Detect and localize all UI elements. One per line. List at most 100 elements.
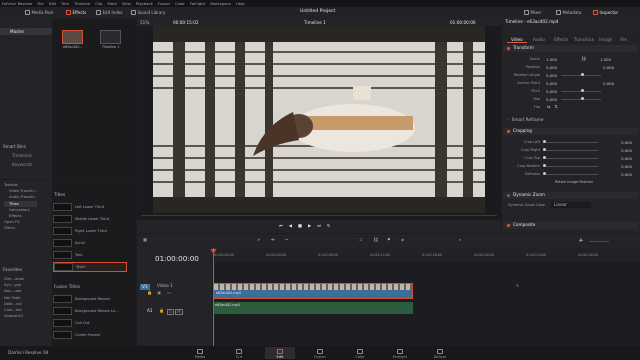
page-media[interactable]: Media	[185, 347, 215, 359]
media-pool-button[interactable]: Media Pool	[25, 10, 53, 15]
menu-edit[interactable]: Edit	[49, 1, 56, 6]
viewer-zoom[interactable]: 51%	[140, 20, 149, 25]
go-to-start-icon[interactable]: ⏮	[279, 223, 283, 228]
lock-icon[interactable]: 🔒	[147, 290, 152, 295]
solo-button[interactable]: S	[167, 309, 174, 316]
mute-button[interactable]: M	[175, 309, 183, 316]
link-icon[interactable]: ⛓	[581, 56, 586, 61]
transform-section[interactable]: Transform	[503, 45, 638, 52]
blade-tool-icon[interactable]: ✂	[285, 237, 289, 242]
enable-dot[interactable]	[507, 224, 510, 227]
audio-clip[interactable]: e63ac402.mp4	[213, 302, 413, 314]
linked-selection-icon[interactable]: ⛓	[373, 237, 378, 242]
crop-right-slider[interactable]	[543, 148, 598, 152]
favorite-item[interactable]: Nos...ube	[4, 288, 24, 294]
menu-fairlight[interactable]: Fairlight	[190, 1, 205, 6]
sound-library-button[interactable]: Sound Library	[131, 10, 165, 15]
favorite-item[interactable]: Zoomer43	[4, 313, 24, 319]
mixer-button[interactable]: Mixer	[524, 10, 541, 15]
page-cut[interactable]: Cut	[224, 347, 254, 359]
zoom-icon[interactable]: ⌕	[459, 237, 461, 242]
marker-icon[interactable]: ◆	[401, 237, 404, 242]
flip-vertical-icon[interactable]: ⇅	[555, 104, 559, 109]
media-clip-thumbnail[interactable]	[62, 30, 83, 44]
fusion-title-item[interactable]: Center Reveal	[53, 330, 127, 340]
playhead[interactable]	[213, 248, 214, 346]
menu-clip[interactable]: Clip	[95, 1, 102, 6]
flip-horizontal-icon[interactable]: ⇆	[547, 104, 551, 109]
loop-icon[interactable]: ↻	[327, 223, 331, 228]
timeline-thumbnail[interactable]	[100, 30, 121, 44]
enable-dot[interactable]	[507, 194, 510, 197]
crop-top-slider[interactable]	[543, 156, 598, 160]
menu-mark[interactable]: Mark	[107, 1, 116, 6]
page-fairlight[interactable]: Fairlight	[385, 347, 415, 359]
fusion-title-item[interactable]: Background Reveal	[53, 294, 127, 304]
track-a1-label[interactable]: A1	[147, 308, 153, 313]
pitch-slider[interactable]	[561, 89, 601, 93]
page-color[interactable]: Color	[345, 347, 375, 359]
cropping-section[interactable]: Cropping	[503, 128, 638, 135]
title-item[interactable]: Middle Lower Third	[53, 214, 127, 224]
tab-effects[interactable]: Effects	[554, 37, 568, 42]
track-visibility-icon[interactable]: ▭	[167, 290, 171, 295]
fusion-title-item[interactable]: Background Reveal Lo...	[53, 306, 127, 316]
enable-dot[interactable]	[507, 130, 510, 133]
menu-playback[interactable]: Playback	[136, 1, 153, 6]
title-item[interactable]: Scroll	[53, 238, 127, 248]
title-item-selected[interactable]: Text+	[53, 262, 127, 272]
crop-left-slider[interactable]	[543, 140, 598, 144]
video-frame[interactable]	[153, 26, 485, 213]
menu-view[interactable]: View	[122, 1, 131, 6]
tree-audio-transitions[interactable]: Audio Transiti...	[4, 194, 37, 200]
menu-file[interactable]: File	[37, 1, 43, 6]
play-icon[interactable]: ▶	[308, 223, 311, 228]
title-item[interactable]: Text	[53, 250, 127, 260]
effects-button[interactable]: Effects	[66, 10, 86, 15]
volume-slider[interactable]	[589, 240, 609, 242]
menu-trim[interactable]: Trim	[61, 1, 69, 6]
title-item[interactable]: Left Lower Third	[53, 202, 127, 212]
lock-icon[interactable]: 🔒	[159, 308, 164, 313]
metadata-button[interactable]: Metadata	[556, 10, 581, 15]
smart-bin-timelines[interactable]: Timelines	[12, 153, 32, 158]
edit-index-button[interactable]: Edit Index	[96, 10, 123, 15]
rotation-slider[interactable]	[561, 73, 601, 77]
smart-bin-keywords[interactable]: Keywords	[12, 162, 32, 167]
layout-icon[interactable]: ▦	[143, 237, 147, 242]
stop-icon[interactable]: ■	[298, 223, 302, 228]
crop-bottom-slider[interactable]	[543, 164, 598, 168]
enable-dot[interactable]	[507, 47, 510, 50]
viewer-scrubber[interactable]	[141, 215, 497, 216]
menu-fusion[interactable]: Fusion	[158, 1, 170, 6]
fusion-title-item[interactable]: Call Out	[53, 318, 127, 328]
dz-ease-dropdown[interactable]: Linear	[551, 201, 591, 209]
tab-transition[interactable]: Transition	[574, 37, 594, 42]
timeline-selector[interactable]: Timeline 1	[304, 20, 326, 25]
timeline-ruler[interactable]: 01:00:00:00 01:00:04:00 01:00:08:00 01:0…	[212, 248, 640, 262]
go-to-end-icon[interactable]: ⏭	[317, 223, 321, 228]
retain-image-position[interactable]: Retain Image Position	[555, 180, 593, 185]
video-clip[interactable]: e63ac402.mp4	[213, 283, 413, 299]
softness-slider[interactable]	[543, 172, 598, 176]
menu-app[interactable]: DaVinci Resolve	[2, 1, 32, 6]
title-item[interactable]: Right Lower Third	[53, 226, 127, 236]
selection-tool-icon[interactable]: ➤	[257, 237, 261, 242]
play-reverse-icon[interactable]: ◀	[289, 223, 292, 228]
menu-color[interactable]: Color	[175, 1, 185, 6]
dynamic-zoom-section[interactable]: Dynamic Zoom	[503, 192, 638, 199]
page-fusion[interactable]: Fusion	[305, 347, 335, 359]
page-deliver[interactable]: Deliver	[425, 347, 455, 359]
menu-timeline[interactable]: Timeline	[74, 1, 90, 6]
page-edit[interactable]: Edit	[265, 347, 295, 359]
menu-help[interactable]: Help	[236, 1, 245, 6]
yaw-slider[interactable]	[561, 97, 601, 101]
snapping-icon[interactable]: ⊃	[359, 237, 363, 242]
auto-select-icon[interactable]: ▣	[157, 290, 161, 295]
smart-reframe-section[interactable]: › Smart Reframe	[503, 117, 638, 124]
menu-workspace[interactable]: Workspace	[210, 1, 231, 6]
composite-section[interactable]: Composite	[503, 222, 638, 229]
flag-icon[interactable]: ⚑	[387, 237, 391, 242]
trim-tool-icon[interactable]: ⇹	[271, 237, 275, 242]
tab-file[interactable]: File	[620, 37, 627, 42]
